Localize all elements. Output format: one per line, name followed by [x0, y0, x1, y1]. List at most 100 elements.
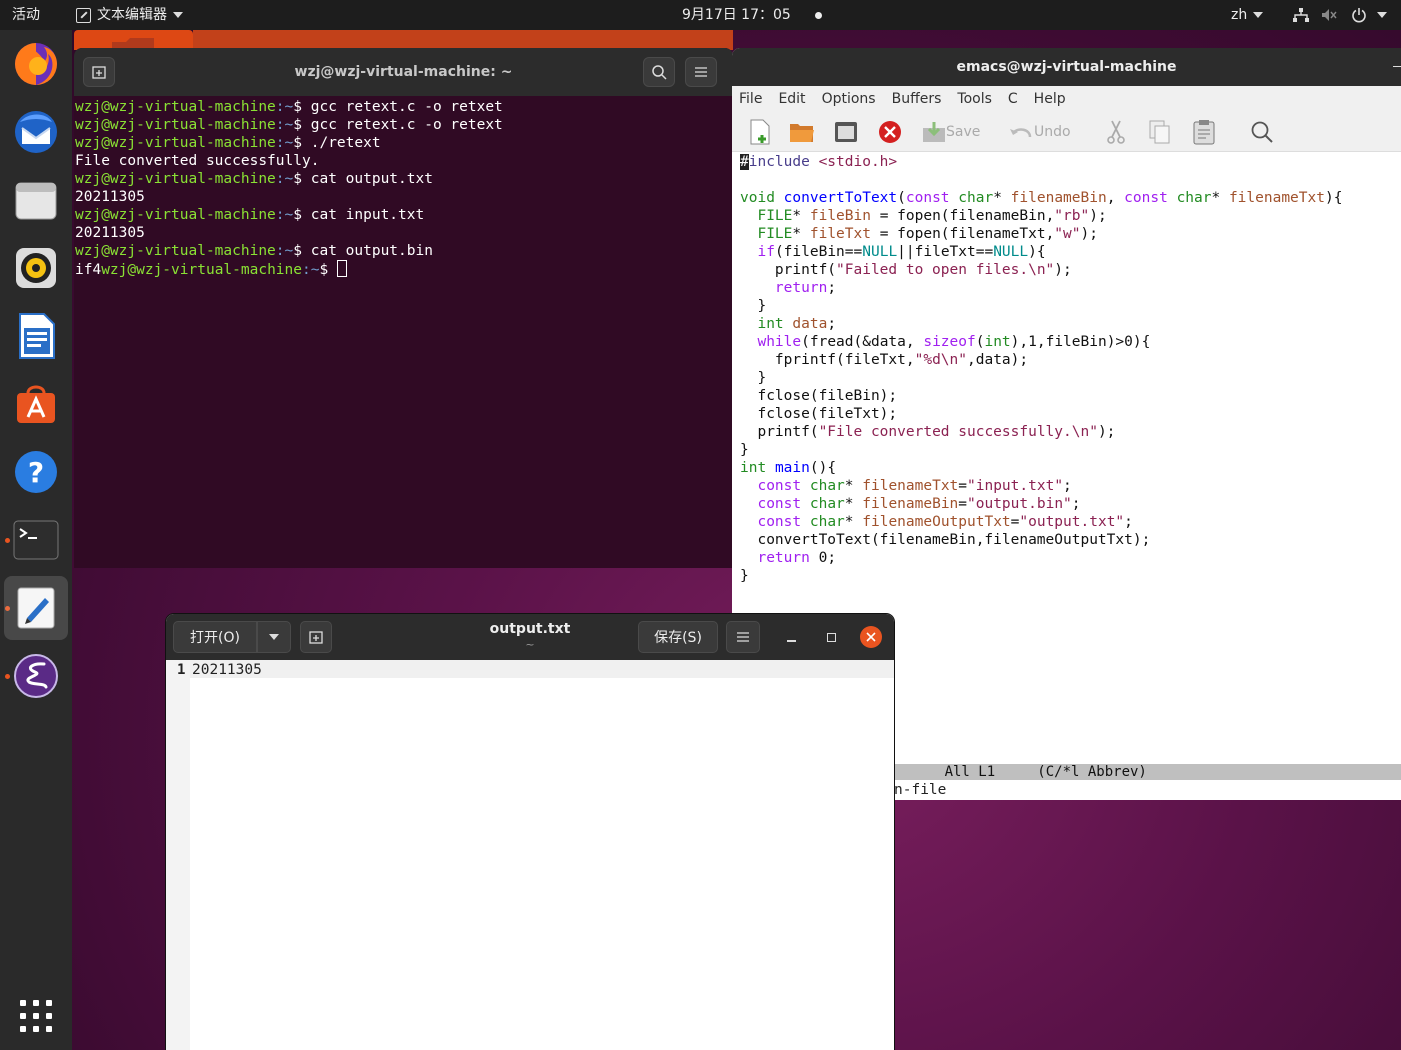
- chevron-down-icon: [1253, 12, 1264, 18]
- terminal-current-line[interactable]: if4wzj@wzj-virtual-machine:~$: [75, 260, 732, 279]
- app-menu-label: 文本编辑器: [97, 7, 167, 23]
- menu-item-edit[interactable]: Edit: [778, 91, 805, 107]
- prompt-symbol: $: [293, 207, 311, 223]
- cut-button[interactable]: [1102, 118, 1130, 146]
- dock-files[interactable]: [4, 168, 68, 232]
- text-editor-window[interactable]: 打开(O) output.txt ~ 保存(S) 1 20211305: [166, 614, 894, 1050]
- terminal-command-line: wzj@wzj-virtual-machine:~$ cat output.tx…: [75, 170, 732, 188]
- terminal-output-line: File converted successfully.: [75, 153, 320, 169]
- rhythmbox-icon: [16, 248, 56, 288]
- prompt-path: :~: [275, 135, 294, 151]
- language-indicator[interactable]: zh: [1231, 0, 1264, 30]
- document-text[interactable]: 20211305: [192, 661, 262, 679]
- chevron-down-icon: [173, 12, 183, 18]
- text-editor-header: 打开(O) output.txt ~ 保存(S): [166, 614, 894, 660]
- dock-thunderbird[interactable]: [4, 100, 68, 164]
- undo-button[interactable]: [1006, 118, 1034, 146]
- terminal-window[interactable]: wzj@wzj-virtual-machine: ~ wzj@wzj-virtu…: [74, 48, 733, 568]
- background-window-strip: [193, 30, 733, 50]
- menu-button[interactable]: [726, 621, 760, 653]
- firefox-icon: [15, 43, 57, 85]
- app-menu[interactable]: 文本编辑器: [76, 0, 183, 30]
- top-bar: 活动 文本编辑器 9月17日 17：05 zh: [0, 0, 1401, 30]
- maximize-button[interactable]: [820, 626, 842, 648]
- dired-button[interactable]: [832, 118, 860, 146]
- clipboard-icon: [1193, 120, 1215, 145]
- dock-firefox[interactable]: [4, 32, 68, 96]
- terminal-command-line: wzj@wzj-virtual-machine:~$ gcc retext.c …: [75, 98, 732, 116]
- menu-item-c[interactable]: C: [1008, 91, 1018, 107]
- minibuffer-text: n-file: [894, 782, 947, 798]
- svg-text:?: ?: [28, 456, 44, 489]
- menu-item-options[interactable]: Options: [822, 91, 876, 107]
- menu-item-buffers[interactable]: Buffers: [892, 91, 942, 107]
- clock[interactable]: 9月17日 17：05: [682, 0, 822, 30]
- software-icon: [17, 385, 55, 423]
- close-buffer-button[interactable]: [876, 118, 904, 146]
- apps-grid-icon: [20, 1000, 52, 1032]
- dock-software[interactable]: [4, 372, 68, 436]
- search-button[interactable]: [1248, 118, 1276, 146]
- writer-icon: [19, 313, 55, 359]
- close-button[interactable]: [860, 626, 882, 648]
- hamburger-icon: [695, 67, 707, 77]
- dock-terminal[interactable]: [4, 508, 68, 572]
- copy-button[interactable]: [1146, 118, 1174, 146]
- save-button[interactable]: [920, 118, 948, 146]
- search-button[interactable]: [643, 57, 675, 87]
- scissors-icon: [1107, 120, 1125, 144]
- prompt-user: wzj@wzj-virtual-machine: [75, 99, 276, 115]
- terminal-title: wzj@wzj-virtual-machine: ~: [294, 64, 513, 80]
- help-icon: ?: [15, 451, 57, 493]
- terminal-command-line: wzj@wzj-virtual-machine:~$ ./retext: [75, 134, 732, 152]
- menu-button[interactable]: [685, 57, 717, 87]
- background-window[interactable]: [74, 30, 193, 56]
- menu-item-tools[interactable]: Tools: [957, 91, 992, 107]
- prompt-path: :~: [275, 207, 294, 223]
- dock-text-editor[interactable]: [4, 576, 68, 640]
- power-icon: [1352, 8, 1366, 23]
- system-tray[interactable]: [1293, 0, 1387, 30]
- paste-button[interactable]: [1190, 118, 1218, 146]
- prompt-user: wzj@wzj-virtual-machine: [75, 243, 276, 259]
- terminal-command-line: wzj@wzj-virtual-machine:~$ gcc retext.c …: [75, 116, 732, 134]
- save-label: 保存(S): [654, 630, 702, 646]
- text-editor-icon: [17, 587, 55, 629]
- open-file-button[interactable]: [788, 118, 816, 146]
- undo-icon: [1010, 128, 1032, 138]
- activities-button[interactable]: 活动: [12, 0, 40, 30]
- prompt-symbol: $: [293, 117, 311, 133]
- prompt-symbol: $: [293, 135, 311, 151]
- undo-label: Undo: [1034, 124, 1071, 140]
- command-text: cat output.txt: [310, 171, 433, 187]
- prompt-path: :~: [275, 117, 294, 133]
- dock-help[interactable]: ?: [4, 440, 68, 504]
- text-editor-body[interactable]: 1 20211305: [166, 660, 894, 1050]
- prompt-path: :~: [275, 171, 294, 187]
- minimize-icon[interactable]: [1393, 66, 1401, 67]
- menu-item-file[interactable]: File: [739, 91, 762, 107]
- window-icon: [835, 122, 857, 142]
- dock: ?: [0, 30, 72, 1050]
- thunderbird-icon: [15, 111, 57, 153]
- clock-label: 9月17日 17：05: [682, 7, 791, 23]
- binary-output-text: if4: [75, 262, 102, 278]
- command-text: cat output.bin: [310, 243, 433, 259]
- menu-item-help[interactable]: Help: [1034, 91, 1066, 107]
- close-icon: [866, 632, 876, 642]
- dock-rhythmbox[interactable]: [4, 236, 68, 300]
- dock-emacs[interactable]: [4, 644, 68, 708]
- save-button[interactable]: 保存(S): [638, 621, 718, 653]
- command-text: gcc retext.c -o retext: [310, 117, 503, 133]
- terminal-output-line: 20211305: [75, 225, 145, 241]
- dock-show-apps[interactable]: [4, 984, 68, 1048]
- activities-label: 活动: [12, 7, 40, 23]
- new-file-icon: [750, 119, 770, 145]
- terminal-output[interactable]: wzj@wzj-virtual-machine:~$ gcc retext.c …: [74, 96, 733, 281]
- dock-writer[interactable]: [4, 304, 68, 368]
- terminal-command-line: wzj@wzj-virtual-machine:~$ cat output.bi…: [75, 242, 732, 260]
- minimize-button[interactable]: [780, 626, 802, 648]
- prompt-symbol: $: [319, 262, 337, 278]
- new-file-button[interactable]: [746, 118, 774, 146]
- code-editor[interactable]: #include <stdio.h> void convertToText(co…: [732, 152, 1401, 586]
